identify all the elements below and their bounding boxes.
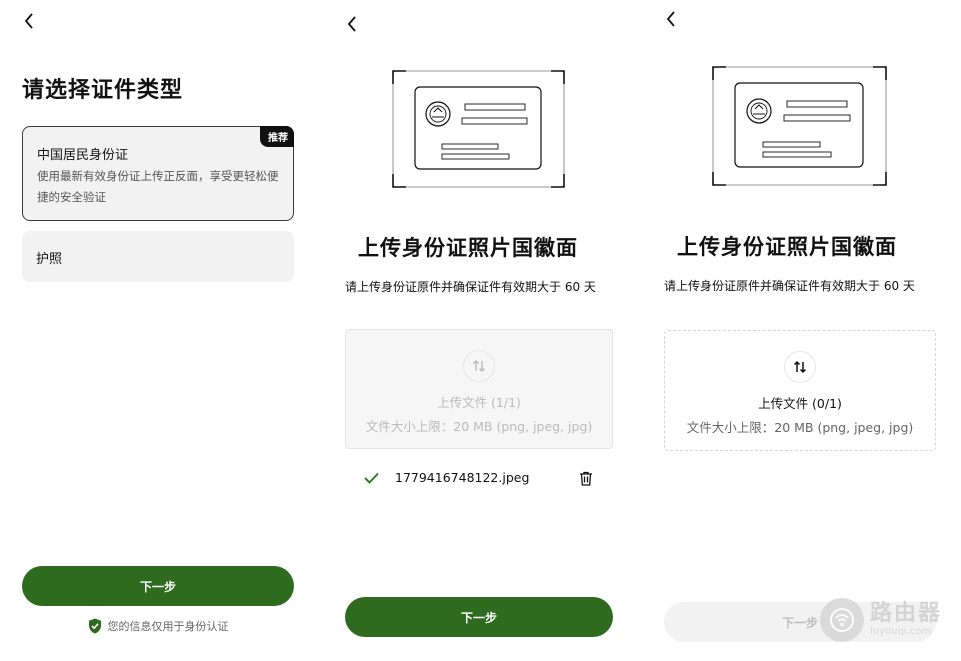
id-card-emblem-illustration — [712, 66, 887, 186]
upload-icon-wrap — [463, 350, 495, 382]
privacy-text: 您的信息仅用于身份认证 — [107, 620, 229, 633]
router-logo-icon — [820, 598, 864, 642]
check-icon — [364, 472, 379, 484]
upload-empty-screen: 上传身份证照片国徽面 请上传身份证原件并确保证件有效期大于 60 天 上传文件 … — [641, 0, 961, 661]
upload-heading: 上传身份证照片国徽面 — [677, 235, 897, 259]
back-button[interactable] — [661, 9, 681, 29]
option-passport[interactable]: 护照 — [22, 231, 294, 282]
option-name: 护照 — [36, 252, 63, 267]
upload-size-limit: 文件大小上限：20 MB (png, jpeg, jpg) — [365, 419, 593, 434]
privacy-note: 您的信息仅用于身份认证 — [0, 618, 316, 634]
upload-arrows-icon — [793, 360, 807, 374]
option-resident-id[interactable]: 推荐 中国居民身份证 使用最新有效身份证上传正反面，享受更轻松便捷的安全验证 — [22, 126, 294, 221]
upload-done-screen: 上传身份证照片国徽面 请上传身份证原件并确保证件有效期大于 60 天 上传文件 … — [322, 0, 638, 661]
next-button[interactable]: 下一步 — [345, 597, 613, 637]
upload-instructions: 请上传身份证原件并确保证件有效期大于 60 天 — [345, 280, 596, 294]
upload-size-limit: 文件大小上限：20 MB (png, jpeg, jpg) — [686, 420, 914, 435]
back-button[interactable] — [19, 11, 39, 31]
option-description: 使用最新有效身份证上传正反面，享受更轻松便捷的安全验证 — [37, 169, 279, 204]
upload-arrows-icon — [473, 360, 485, 372]
chevron-left-icon — [347, 16, 356, 32]
recommended-badge: 推荐 — [260, 126, 294, 147]
watermark-title: 路由器 — [870, 601, 943, 626]
upload-instructions: 请上传身份证原件并确保证件有效期大于 60 天 — [664, 279, 915, 293]
chevron-left-icon — [24, 13, 33, 29]
upload-count: 上传文件 (0/1) — [758, 396, 842, 411]
back-button[interactable] — [342, 14, 362, 34]
delete-file-button[interactable] — [579, 471, 593, 490]
id-card-emblem-illustration — [392, 70, 565, 188]
upload-heading: 上传身份证照片国徽面 — [358, 236, 578, 260]
id-type-screen: 请选择证件类型 推荐 中国居民身份证 使用最新有效身份证上传正反面，享受更轻松便… — [0, 0, 316, 661]
uploaded-file-row: 1779416748122.jpeg — [364, 470, 529, 485]
file-name: 1779416748122.jpeg — [395, 470, 530, 485]
upload-count: 上传文件 (1/1) — [437, 395, 521, 410]
chevron-left-icon — [666, 11, 675, 27]
next-button[interactable]: 下一步 — [22, 566, 294, 606]
upload-dropzone[interactable]: 上传文件 (1/1) 文件大小上限：20 MB (png, jpeg, jpg) — [345, 329, 613, 449]
page-title: 请选择证件类型 — [22, 78, 184, 103]
watermark-url: luyouqi.com — [870, 626, 932, 637]
upload-icon-wrap — [784, 351, 816, 383]
option-name: 中国居民身份证 — [37, 148, 129, 163]
shield-check-icon — [88, 618, 101, 634]
trash-icon — [580, 471, 592, 486]
upload-dropzone[interactable]: 上传文件 (0/1) 文件大小上限：20 MB (png, jpeg, jpg) — [664, 330, 936, 451]
site-watermark: 路由器 luyouqi.com — [820, 598, 942, 642]
